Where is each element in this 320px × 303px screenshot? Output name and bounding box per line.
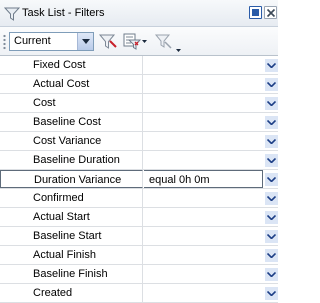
filter-field-label: Cost xyxy=(0,94,143,112)
filter-condition-field[interactable] xyxy=(144,151,263,169)
chevron-down-icon xyxy=(267,291,276,296)
view-select-dropdown-button[interactable] xyxy=(77,33,93,50)
filter-condition-dropdown-button[interactable] xyxy=(265,249,278,262)
filter-field-label: Actual Cost xyxy=(0,75,143,93)
filter-icon[interactable] xyxy=(98,32,120,52)
chevron-down-icon xyxy=(82,39,90,44)
filter-field-label: Cost Variance xyxy=(0,132,143,150)
filter-condition-dropdown-button[interactable] xyxy=(265,59,278,72)
filter-condition-field[interactable] xyxy=(144,227,263,245)
filter-condition-dropdown-button[interactable] xyxy=(265,287,278,300)
filter-row[interactable]: Fixed Cost xyxy=(0,56,278,75)
filter-condition-field[interactable] xyxy=(144,75,263,93)
view-select-value: Current xyxy=(14,35,51,47)
filter-row[interactable]: Actual Cost xyxy=(0,75,278,94)
filter-row[interactable]: Confirmed xyxy=(0,189,278,208)
chevron-down-icon xyxy=(267,158,276,163)
collapse-pane-button[interactable] xyxy=(249,6,262,19)
filter-options-icon[interactable] xyxy=(122,32,148,52)
filter-condition-field[interactable]: equal 0h 0m xyxy=(144,170,263,188)
toolbar-grip[interactable] xyxy=(3,34,6,50)
filter-condition-dropdown-button[interactable] xyxy=(265,154,278,167)
filter-condition-dropdown-button[interactable] xyxy=(265,135,278,148)
filter-field-label: Baseline Finish xyxy=(0,265,143,283)
chevron-down-icon xyxy=(267,272,276,277)
clear-filter-icon[interactable] xyxy=(154,32,184,52)
filter-row[interactable]: Actual Start xyxy=(0,208,278,227)
chevron-down-icon xyxy=(267,139,276,144)
filter-row[interactable]: Duration Variance equal 0h 0m xyxy=(0,170,278,189)
filter-row[interactable]: Baseline Cost xyxy=(0,113,278,132)
chevron-down-icon xyxy=(267,253,276,258)
chevron-down-icon xyxy=(267,120,276,125)
filter-condition-field[interactable] xyxy=(144,208,263,226)
filter-field-label: Baseline Duration xyxy=(0,151,143,169)
filter-field-label: Baseline Start xyxy=(0,227,143,245)
filter-grid: Fixed Cost Actual Cost Cost Baseline Cost Co… xyxy=(0,56,278,303)
filter-row[interactable]: Actual Finish xyxy=(0,246,278,265)
filter-row[interactable]: Baseline Duration xyxy=(0,151,278,170)
pane-title: Task List - Filters xyxy=(22,7,105,19)
chevron-down-icon xyxy=(267,177,276,182)
filter-field-label: Confirmed xyxy=(0,189,143,207)
filter-condition-dropdown-button[interactable] xyxy=(265,192,278,205)
filter-row[interactable]: Cost Variance xyxy=(0,132,278,151)
filter-row[interactable]: Cost xyxy=(0,94,278,113)
filter-row[interactable]: Baseline Start xyxy=(0,227,278,246)
chevron-down-icon xyxy=(267,234,276,239)
filter-condition-dropdown-button[interactable] xyxy=(265,116,278,129)
filter-condition-field[interactable] xyxy=(144,132,263,150)
filter-condition-field[interactable] xyxy=(144,284,263,302)
chevron-down-icon xyxy=(267,101,276,106)
filter-condition-field[interactable] xyxy=(144,189,263,207)
filter-toolbar: Current xyxy=(0,27,278,56)
view-select[interactable]: Current xyxy=(9,32,94,51)
chevron-down-icon xyxy=(267,196,276,201)
filter-row[interactable]: Baseline Finish xyxy=(0,265,278,284)
filter-row[interactable]: Created xyxy=(0,284,278,303)
filter-funnel-icon xyxy=(3,6,21,22)
filter-field-label: Actual Start xyxy=(0,208,143,226)
close-icon xyxy=(266,8,276,18)
chevron-down-icon xyxy=(267,215,276,220)
filter-condition-dropdown-button[interactable] xyxy=(265,78,278,91)
filter-condition-dropdown-button[interactable] xyxy=(265,211,278,224)
pane-title-bar: Task List - Filters xyxy=(0,0,278,27)
filter-condition-field[interactable] xyxy=(144,265,263,283)
chevron-down-icon xyxy=(267,82,276,87)
filter-field-label: Baseline Cost xyxy=(0,113,143,131)
filter-field-label: Duration Variance xyxy=(0,170,143,188)
filter-condition-field[interactable] xyxy=(144,113,263,131)
filter-condition-dropdown-button[interactable] xyxy=(265,173,278,186)
filter-condition-dropdown-button[interactable] xyxy=(265,230,278,243)
filter-field-label: Created xyxy=(0,284,143,302)
filter-field-label: Fixed Cost xyxy=(0,56,143,74)
filter-condition-field[interactable] xyxy=(144,94,263,112)
filter-condition-dropdown-button[interactable] xyxy=(265,268,278,281)
filter-field-label: Actual Finish xyxy=(0,246,143,264)
chevron-down-icon xyxy=(267,63,276,68)
filter-condition-field[interactable] xyxy=(144,246,263,264)
filter-condition-field[interactable] xyxy=(144,56,263,74)
filter-condition-dropdown-button[interactable] xyxy=(265,97,278,110)
close-pane-button[interactable] xyxy=(264,6,277,19)
